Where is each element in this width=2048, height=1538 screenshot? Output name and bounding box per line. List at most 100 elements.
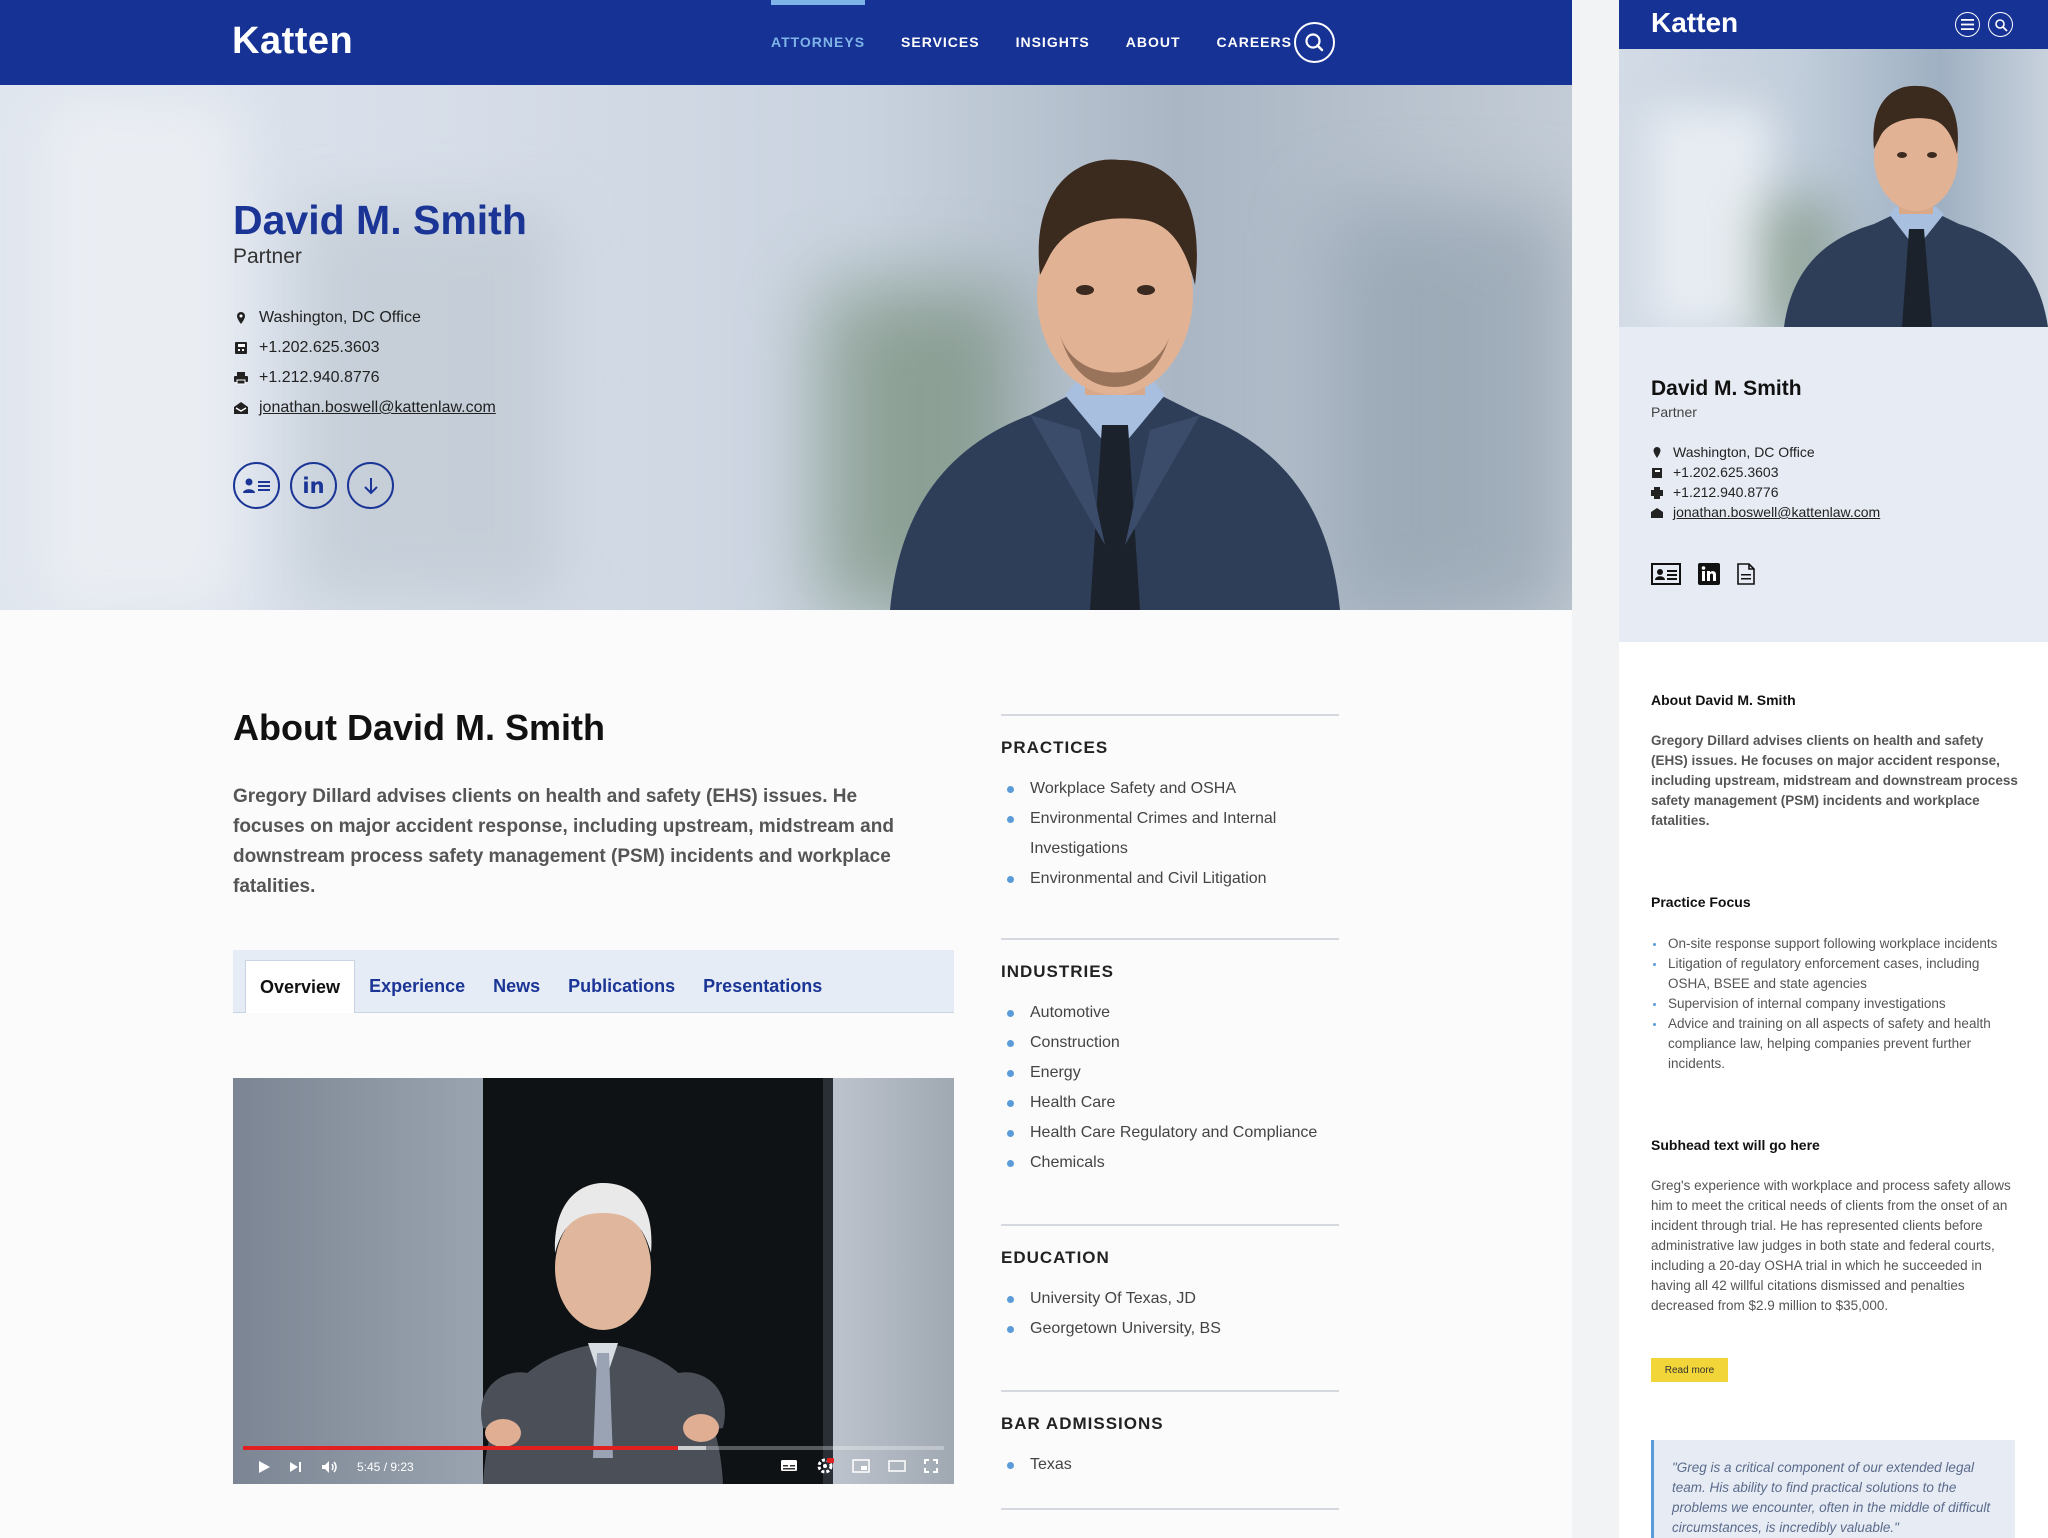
list-item: Supervision of internal company investig… bbox=[1651, 994, 2021, 1014]
top-navigation: Katten ATTORNEYS SERVICES INSIGHTS ABOUT… bbox=[0, 0, 1572, 85]
education-heading: EDUCATION bbox=[1001, 1248, 1110, 1267]
vcard-icon bbox=[242, 478, 270, 493]
video-player[interactable]: 5:45 / 9:23 bbox=[233, 1078, 954, 1484]
mobile-search-button[interactable] bbox=[1988, 12, 2013, 37]
download-button[interactable] bbox=[347, 462, 394, 509]
linkedin-button[interactable]: in bbox=[290, 462, 337, 509]
practice-item[interactable]: Workplace Safety and OSHA bbox=[1001, 774, 1339, 804]
phone-number: +1.202.625.3603 bbox=[233, 339, 380, 357]
nav-services[interactable]: SERVICES bbox=[901, 0, 980, 85]
tab-experience[interactable]: Experience bbox=[355, 960, 479, 1012]
mobile-profile-actions bbox=[1651, 563, 1755, 590]
menu-button[interactable] bbox=[1955, 12, 1980, 37]
fullscreen-icon[interactable] bbox=[924, 1458, 938, 1476]
sidebar-bar-admissions: BAR ADMISSIONS Texas bbox=[1001, 1390, 1339, 1510]
location-pin-icon bbox=[233, 311, 249, 325]
email-icon bbox=[233, 401, 249, 415]
video-time: 5:45 / 9:23 bbox=[357, 1460, 414, 1474]
nav-insights[interactable]: INSIGHTS bbox=[1016, 0, 1090, 85]
practice-focus-list: On-site response support following workp… bbox=[1651, 934, 2021, 1074]
play-icon[interactable] bbox=[257, 1460, 271, 1474]
industry-item[interactable]: Chemicals bbox=[1001, 1148, 1339, 1178]
miniplayer-icon[interactable] bbox=[852, 1458, 870, 1476]
experience-paragraph: Greg's experience with workplace and pro… bbox=[1651, 1178, 2011, 1313]
list-item: On-site response support following workp… bbox=[1651, 934, 2021, 954]
search-icon bbox=[1994, 18, 2008, 32]
attorney-name: David M. Smith bbox=[233, 197, 527, 243]
video-controls: 5:45 / 9:23 bbox=[233, 1450, 954, 1484]
mobile-about-summary: Gregory Dillard advises clients on healt… bbox=[1651, 733, 2018, 828]
katten-logo[interactable]: Katten bbox=[232, 20, 353, 63]
read-more-button[interactable]: Read more bbox=[1651, 1358, 1728, 1382]
list-item: Litigation of regulatory enforcement cas… bbox=[1651, 954, 2021, 994]
bar-admission-item: Texas bbox=[1001, 1450, 1339, 1480]
industry-item[interactable]: Automotive bbox=[1001, 998, 1339, 1028]
vcard-icon[interactable] bbox=[1651, 563, 1681, 590]
attorney-portrait bbox=[890, 159, 1340, 610]
menu-icon bbox=[1961, 19, 1974, 30]
download-icon bbox=[363, 477, 378, 494]
captions-icon[interactable] bbox=[780, 1459, 798, 1475]
search-button[interactable] bbox=[1294, 22, 1335, 63]
vcard-button[interactable] bbox=[233, 462, 280, 509]
bar-admissions-heading: BAR ADMISSIONS bbox=[1001, 1414, 1164, 1433]
practice-item[interactable]: Environmental and Civil Litigation bbox=[1001, 864, 1339, 894]
email-address: jonathan.boswell@kattenlaw.com bbox=[233, 399, 496, 417]
video-frame bbox=[481, 1183, 725, 1484]
tab-presentations[interactable]: Presentations bbox=[689, 960, 836, 1012]
skip-next-icon[interactable] bbox=[289, 1460, 303, 1474]
email-address: jonathan.boswell@kattenlaw.com bbox=[1651, 504, 1880, 520]
industry-item[interactable]: Health Care Regulatory and Compliance bbox=[1001, 1118, 1339, 1148]
about-heading: About David M. Smith bbox=[233, 707, 605, 748]
mobile-attorney-photo bbox=[1619, 49, 2048, 327]
profile-tabs: Overview Experience News Publications Pr… bbox=[233, 950, 954, 1013]
desktop-page: Katten ATTORNEYS SERVICES INSIGHTS ABOUT… bbox=[0, 0, 1572, 1538]
email-link[interactable]: jonathan.boswell@kattenlaw.com bbox=[1673, 504, 1880, 520]
fax-icon bbox=[233, 371, 249, 385]
email-link[interactable]: jonathan.boswell@kattenlaw.com bbox=[259, 399, 496, 417]
location-pin-icon bbox=[1651, 446, 1663, 458]
phone-number: +1.202.625.3603 bbox=[1651, 464, 1779, 480]
attorney-title: Partner bbox=[233, 245, 302, 268]
volume-icon[interactable] bbox=[321, 1460, 339, 1474]
pdf-download-icon[interactable] bbox=[1737, 563, 1755, 590]
industry-item[interactable]: Construction bbox=[1001, 1028, 1339, 1058]
subhead: Subhead text will go here bbox=[1651, 1137, 1820, 1153]
profile-hero: David M. Smith Partner Washington, DC Of… bbox=[0, 85, 1572, 610]
education-item: Georgetown University, BS bbox=[1001, 1314, 1339, 1344]
office-location: Washington, DC Office bbox=[1651, 444, 1815, 460]
sidebar-industries: INDUSTRIES Automotive Construction Energ… bbox=[1001, 938, 1339, 1178]
mobile-profile-card: David M. Smith Partner Washington, DC Of… bbox=[1619, 327, 2048, 642]
attorney-title: Partner bbox=[1651, 404, 1697, 420]
office-location: Washington, DC Office bbox=[233, 309, 421, 327]
sidebar-education: EDUCATION University Of Texas, JD George… bbox=[1001, 1224, 1339, 1344]
settings-gear-icon[interactable] bbox=[816, 1457, 834, 1478]
industry-item[interactable]: Health Care bbox=[1001, 1088, 1339, 1118]
fax-number: +1.212.940.8776 bbox=[233, 369, 380, 387]
search-icon bbox=[1305, 33, 1324, 52]
practices-heading: PRACTICES bbox=[1001, 738, 1109, 757]
nav-about[interactable]: ABOUT bbox=[1126, 0, 1181, 85]
practice-focus-heading: Practice Focus bbox=[1651, 894, 1751, 910]
linkedin-icon: in bbox=[302, 473, 325, 498]
fax-number: +1.212.940.8776 bbox=[1651, 484, 1779, 500]
nav-attorneys[interactable]: ATTORNEYS bbox=[771, 0, 866, 85]
industry-item[interactable]: Energy bbox=[1001, 1058, 1339, 1088]
theater-mode-icon[interactable] bbox=[888, 1459, 906, 1475]
phone-icon bbox=[1651, 466, 1663, 478]
practice-item[interactable]: Environmental Crimes and Internal Invest… bbox=[1001, 804, 1339, 864]
linkedin-icon[interactable] bbox=[1698, 563, 1720, 590]
katten-logo[interactable]: Katten bbox=[1651, 7, 1738, 39]
main-nav: ATTORNEYS SERVICES INSIGHTS ABOUT CAREER… bbox=[771, 0, 1328, 85]
about-summary: Gregory Dillard advises clients on healt… bbox=[233, 786, 894, 897]
phone-icon bbox=[233, 341, 249, 355]
tab-overview[interactable]: Overview bbox=[245, 960, 356, 1013]
nav-careers[interactable]: CAREERS bbox=[1217, 0, 1292, 85]
list-item: Advice and training on all aspects of sa… bbox=[1651, 1014, 2021, 1074]
tab-news[interactable]: News bbox=[479, 960, 554, 1012]
testimonial-quote: "Greg is a critical component of our ext… bbox=[1651, 1440, 2015, 1538]
mobile-top-navigation: Katten bbox=[1619, 0, 2048, 49]
tab-publications[interactable]: Publications bbox=[554, 960, 689, 1012]
attorney-name: David M. Smith bbox=[1651, 377, 1802, 400]
industries-heading: INDUSTRIES bbox=[1001, 962, 1114, 981]
